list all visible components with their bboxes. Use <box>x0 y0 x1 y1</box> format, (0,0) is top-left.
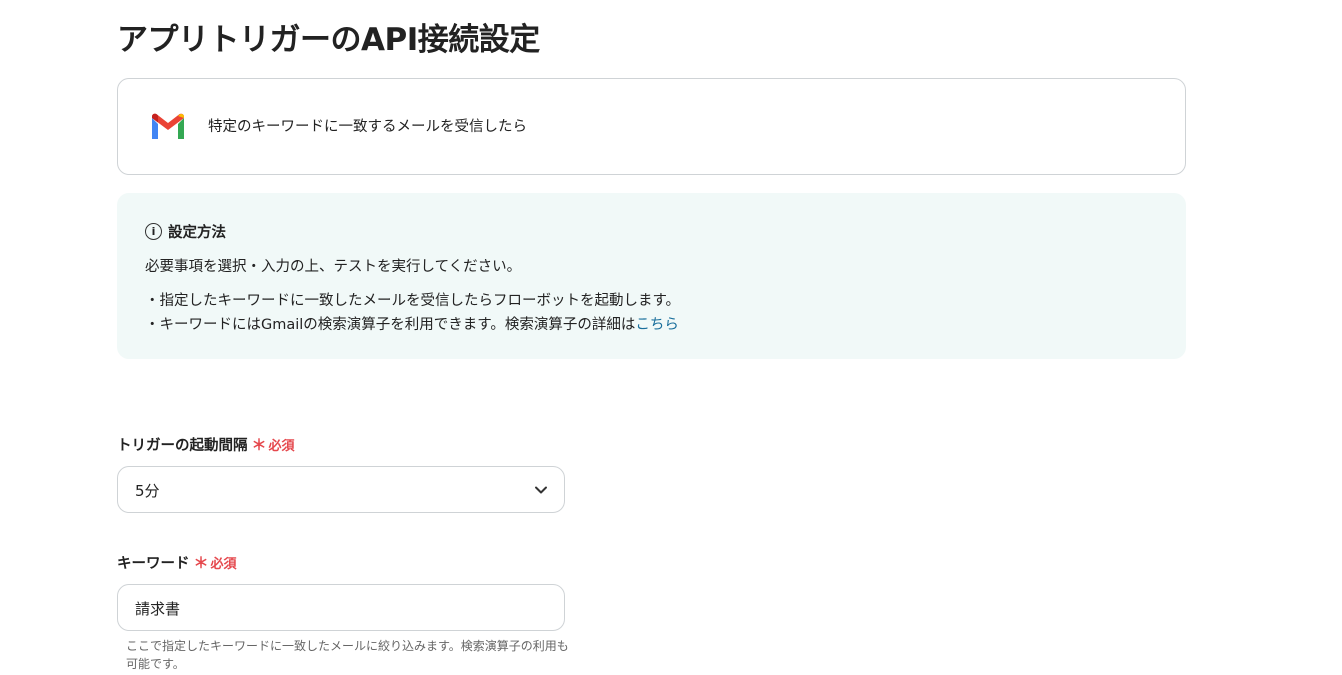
trigger-card[interactable]: 特定のキーワードに一致するメールを受信したら <box>117 78 1186 175</box>
instructions-line-2: ・指定したキーワードに一致したメールを受信したらフローボットを起動します。 <box>145 293 681 309</box>
interval-label-text: トリガーの起動間隔 <box>117 438 248 454</box>
trigger-label: 特定のキーワードに一致するメールを受信したら <box>208 119 527 135</box>
required-mark: ＊ <box>251 436 267 454</box>
gmail-icon <box>152 113 184 139</box>
required-badge: 必須 <box>268 439 295 454</box>
keyword-label-text: キーワード <box>117 556 190 572</box>
instructions-box: i 設定方法 必要事項を選択・入力の上、テストを実行してください。 ・指定したキ… <box>117 193 1186 359</box>
instructions-line-3: ・キーワードにはGmailの検索演算子を利用できます。検索演算子の詳細はこちら <box>145 313 679 334</box>
keyword-label: キーワード ＊ 必須 <box>117 552 237 573</box>
interval-label: トリガーの起動間隔 ＊ 必須 <box>117 434 295 455</box>
instructions-title: 設定方法 <box>168 225 226 241</box>
instructions-heading: i 設定方法 <box>145 221 226 242</box>
keyword-help-text: ここで指定したキーワードに一致したメールに絞り込みます。検索演算子の利用も可能で… <box>126 639 569 671</box>
page-title: アプリトリガーのAPI接続設定 <box>117 22 540 58</box>
keyword-input[interactable]: 請求書 <box>117 584 565 631</box>
search-operators-link[interactable]: こちら <box>635 317 679 333</box>
chevron-down-icon <box>535 486 547 494</box>
required-mark: ＊ <box>193 554 209 572</box>
required-badge: 必須 <box>210 557 237 572</box>
keyword-input-value: 請求書 <box>135 600 181 618</box>
instructions-line-1: 必要事項を選択・入力の上、テストを実行してください。 <box>145 259 522 275</box>
instructions-line-3-text: ・キーワードにはGmailの検索演算子を利用できます。検索演算子の詳細は <box>145 317 636 333</box>
interval-select-value: 5分 <box>135 482 160 500</box>
info-icon: i <box>145 223 162 240</box>
interval-select[interactable]: 5分 <box>117 466 565 513</box>
